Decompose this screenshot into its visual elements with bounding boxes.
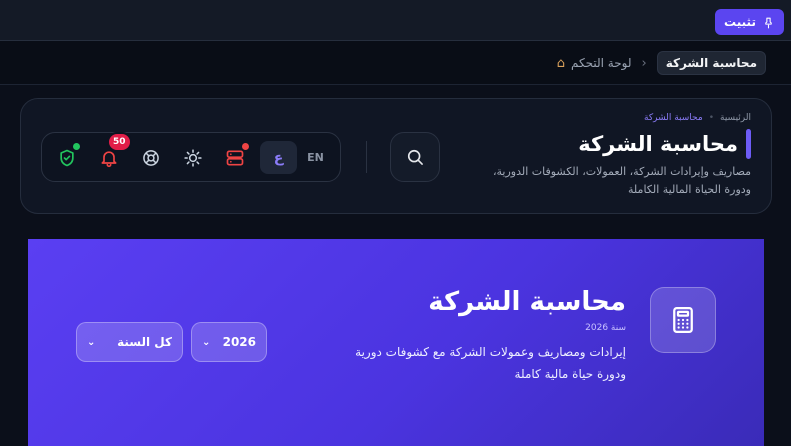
chevron-down-icon: ⌄	[202, 336, 211, 348]
top-bar: تثبيت	[0, 0, 791, 41]
theme-toggle-button[interactable]	[178, 143, 208, 173]
period-select[interactable]: كل السنة ⌄	[76, 322, 183, 362]
mini-breadcrumb-separator: •	[708, 113, 714, 123]
system-status-dot	[241, 142, 250, 151]
hero-description-line-1: إيرادات ومصاريف وعمولات الشركة مع كشوفات…	[355, 345, 626, 359]
hero-description: إيرادات ومصاريف وعمولات الشركة مع كشوفات…	[296, 341, 626, 385]
title-accent-bar	[746, 129, 751, 159]
search-button[interactable]	[390, 132, 440, 182]
period-select-value: كل السنة	[117, 335, 172, 349]
chevron-down-icon: ⌄	[87, 336, 96, 348]
page-title: محاسبة الشركة	[578, 132, 738, 156]
language-option-en[interactable]: EN	[297, 141, 334, 174]
pin-button[interactable]: تثبيت	[715, 9, 784, 35]
sun-icon	[183, 148, 203, 168]
home-icon: ⌂	[556, 55, 565, 71]
calculator-icon	[668, 305, 698, 335]
language-switch: ع EN	[260, 141, 334, 174]
mini-breadcrumb: الرئيسية • محاسبة الشركة	[421, 113, 751, 123]
hero-icon-tile	[650, 287, 716, 353]
toolbar-divider	[366, 141, 367, 173]
mini-breadcrumb-home[interactable]: الرئيسية	[720, 113, 751, 123]
page-description-line-2: ودورة الحياة المالية الكاملة	[628, 183, 751, 196]
year-select-value: 2026	[222, 335, 256, 349]
breadcrumb-current: محاسبة الشركة	[656, 51, 766, 75]
year-select[interactable]: 2026 ⌄	[191, 322, 267, 362]
pin-label: تثبيت	[724, 15, 756, 29]
hero-banner: محاسبة الشركة سنة 2026 إيرادات ومصاريف و…	[28, 239, 764, 446]
system-status-button[interactable]	[220, 142, 250, 173]
hero-year-label: سنة 2026	[585, 323, 626, 333]
chevron-left-icon: ‹	[641, 55, 647, 71]
shield-check-icon	[57, 148, 77, 168]
security-button[interactable]	[52, 142, 82, 173]
hero-description-line-2: ودورة حياة مالية كاملة	[514, 367, 626, 381]
header-card: الرئيسية • محاسبة الشركة محاسبة الشركة م…	[20, 98, 772, 214]
server-icon	[225, 148, 245, 168]
breadcrumb: ⌂ لوحة التحكم ‹ محاسبة الشركة	[557, 49, 766, 77]
mini-breadcrumb-current: محاسبة الشركة	[644, 113, 703, 123]
hero-title: محاسبة الشركة	[428, 287, 626, 317]
page-description-line-1: مصاريف وإيرادات الشركة، العمولات، الكشوف…	[492, 165, 751, 178]
title-row: محاسبة الشركة	[421, 129, 751, 159]
header-title-block: الرئيسية • محاسبة الشركة محاسبة الشركة م…	[421, 113, 751, 199]
lifebuoy-icon	[141, 148, 161, 168]
language-option-ar[interactable]: ع	[260, 141, 297, 174]
breadcrumb-bar: ⌂ لوحة التحكم ‹ محاسبة الشركة	[0, 41, 791, 85]
header-toolbar: 50 ع EN	[41, 132, 341, 182]
page-description: مصاريف وإيرادات الشركة، العمولات، الكشوف…	[421, 163, 751, 199]
security-status-dot	[72, 142, 81, 151]
support-button[interactable]	[136, 143, 166, 173]
notification-count-badge: 50	[107, 132, 132, 152]
hero-text: محاسبة الشركة سنة 2026 إيرادات ومصاريف و…	[296, 287, 626, 385]
search-icon	[405, 147, 425, 167]
pin-icon	[762, 16, 775, 29]
breadcrumb-home-link[interactable]: ⌂ لوحة التحكم	[557, 56, 632, 71]
breadcrumb-home-label: لوحة التحكم	[571, 56, 632, 70]
